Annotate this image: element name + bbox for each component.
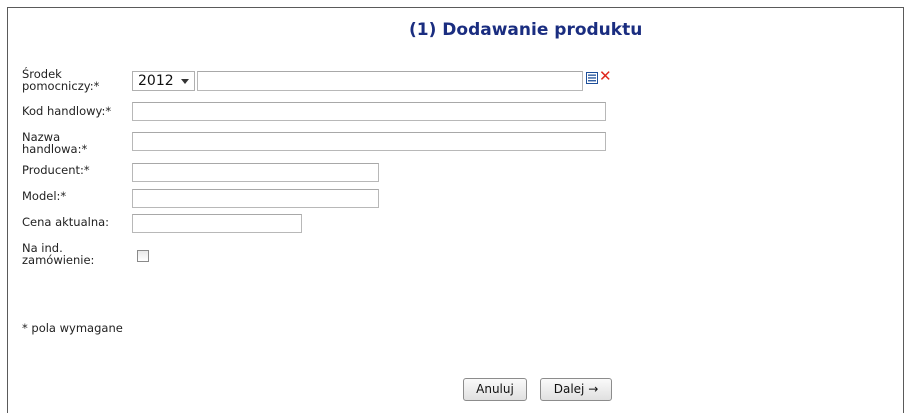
nazwa-handlowa-label: Nazwa handlowa:* — [22, 131, 87, 155]
na-ind-zamowienie-label-line2: zamówienie: — [22, 253, 95, 267]
kod-handlowy-input[interactable] — [132, 102, 606, 121]
nazwa-handlowa-input[interactable] — [132, 132, 606, 151]
cena-aktualna-input[interactable] — [132, 214, 302, 233]
cancel-button[interactable]: Anuluj — [463, 378, 527, 401]
next-button[interactable]: Dalej → — [540, 378, 612, 401]
year-select-value: 2012 — [138, 73, 174, 89]
model-input[interactable] — [132, 189, 379, 208]
producent-input[interactable] — [132, 163, 379, 182]
list-icon[interactable] — [586, 72, 598, 84]
srodek-label: Środek pomocniczy:* — [22, 68, 99, 92]
clear-icon[interactable]: ✕ — [599, 69, 612, 84]
srodek-label-line2: pomocniczy:* — [22, 79, 100, 93]
required-fields-note: * pola wymagane — [22, 321, 123, 335]
producent-label: Producent:* — [22, 163, 90, 177]
na-ind-zamowienie-label: Na ind. zamówienie: — [22, 242, 94, 266]
srodek-input[interactable] — [197, 71, 583, 91]
year-select[interactable]: 2012 — [132, 71, 195, 91]
model-label: Model:* — [22, 189, 67, 203]
form-panel — [7, 7, 904, 413]
cena-aktualna-label: Cena aktualna: — [22, 215, 110, 229]
chevron-down-icon — [181, 79, 189, 84]
page-title: (1) Dodawanie produktu — [409, 20, 643, 40]
nazwa-handlowa-label-line2: handlowa:* — [22, 142, 88, 156]
na-ind-zamowienie-checkbox[interactable] — [137, 250, 149, 262]
kod-handlowy-label: Kod handlowy:* — [22, 104, 112, 118]
